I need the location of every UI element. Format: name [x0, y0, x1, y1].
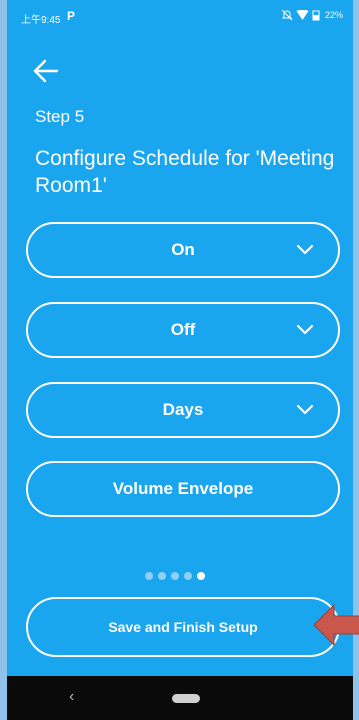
volume-envelope-button[interactable]: Volume Envelope [26, 461, 340, 517]
mute-icon [281, 9, 293, 21]
back-arrow-icon[interactable] [31, 56, 61, 86]
status-icons: 22% [281, 9, 343, 21]
page-dot [184, 572, 192, 580]
status-time: 上午9:45 [21, 15, 61, 26]
app-screen: 上午9:45 P 22% Step 5 Configure Schedule f… [7, 0, 353, 720]
page-dot [145, 572, 153, 580]
chevron-down-icon [296, 404, 314, 415]
wifi-icon [296, 9, 309, 20]
annotation-arrow-icon [313, 603, 359, 647]
on-time-label: On [171, 240, 195, 259]
save-and-finish-button[interactable]: Save and Finish Setup [26, 597, 340, 657]
nav-home-button[interactable] [172, 694, 200, 703]
page-dot-active [197, 572, 205, 580]
nav-back-button[interactable]: ‹ [69, 688, 74, 706]
pagination-dots [145, 572, 205, 580]
page-dot [171, 572, 179, 580]
off-time-dropdown[interactable]: Off [26, 302, 340, 358]
volume-envelope-label: Volume Envelope [112, 479, 254, 498]
chevron-down-icon [296, 244, 314, 255]
save-button-label: Save and Finish Setup [108, 619, 258, 635]
page-dot [158, 572, 166, 580]
chevron-down-icon [296, 324, 314, 335]
system-nav-bar: ‹ [7, 676, 353, 720]
days-dropdown[interactable]: Days [26, 382, 340, 438]
signal-icon [312, 10, 320, 20]
battery-percent: 22% [324, 10, 343, 20]
status-bar: 上午9:45 P 22% [7, 0, 353, 34]
step-label: Step 5 [35, 107, 85, 126]
page-title: Configure Schedule for 'Meeting Room1' [35, 147, 335, 197]
parking-app-icon: P [67, 9, 76, 23]
on-time-dropdown[interactable]: On [26, 222, 340, 278]
off-time-label: Off [170, 320, 196, 339]
days-label: Days [162, 400, 204, 419]
